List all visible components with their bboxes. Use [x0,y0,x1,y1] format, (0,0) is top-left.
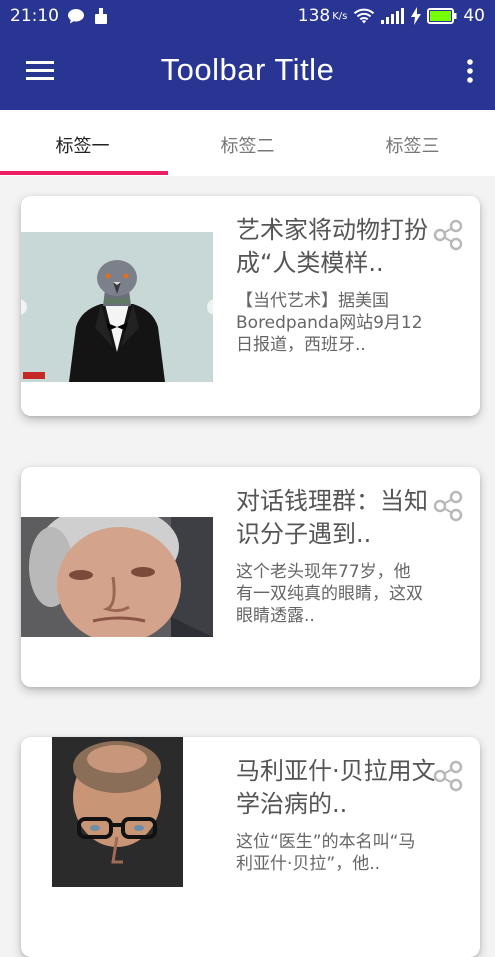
cleaner-icon [93,7,109,25]
battery-level: 40 [463,6,485,26]
tab-2[interactable]: 标签二 [165,110,330,176]
battery-icon [427,8,457,24]
more-options-icon[interactable] [465,58,475,86]
status-bar: 21:10 138 K/s 40 [0,0,495,32]
article-card-1[interactable]: 艺术家将动物打扮成“人类模样.. 【当代艺术】据美国Boredpanda网站9月… [21,196,480,416]
toolbar: Toolbar Title [0,32,495,110]
elderly-man-portrait-image [21,505,213,643]
toolbar-title: Toolbar Title [160,52,335,87]
article-title: 对话钱理群：当知识分子遇到.. [236,487,428,548]
wifi-icon [353,7,375,25]
network-speed-unit: K/s [332,10,348,22]
tab-indicator [0,171,168,175]
article-card-3[interactable]: 马利亚什·贝拉用文学治病的.. 这位“医生”的本名叫“马利亚什·贝拉”，他.. [21,737,480,957]
man-with-glasses-portrait-image [21,737,213,887]
article-description: 【当代艺术】据美国Boredpanda网站9月12日报道，西班牙.. [236,291,423,355]
article-title: 马利亚什·贝拉用文学治病的.. [236,757,436,818]
share-icon[interactable] [431,489,465,523]
pigeon-in-suit-image [21,232,223,382]
article-title: 艺术家将动物打扮成“人类模样.. [236,216,428,277]
charging-icon [411,7,422,25]
tab-1[interactable]: 标签一 [0,110,165,176]
network-speed: 138 [297,6,331,26]
article-card-2[interactable]: 对话钱理群：当知识分子遇到.. 这个老头现年77岁，他有一双纯真的眼睛，这双眼睛… [21,467,480,687]
article-description: 这个老头现年77岁，他有一双纯真的眼睛，这双眼睛透露.. [236,562,423,626]
chat-icon [67,7,85,25]
share-icon[interactable] [431,759,465,793]
tab-3[interactable]: 标签三 [330,110,495,176]
status-time: 21:10 [10,6,59,26]
tab-bar: 标签一 标签二 标签三 [0,110,495,176]
share-icon[interactable] [431,218,465,252]
article-description: 这位“医生”的本名叫“马利亚什·贝拉”，他.. [236,832,416,874]
signal-icon [381,8,405,24]
